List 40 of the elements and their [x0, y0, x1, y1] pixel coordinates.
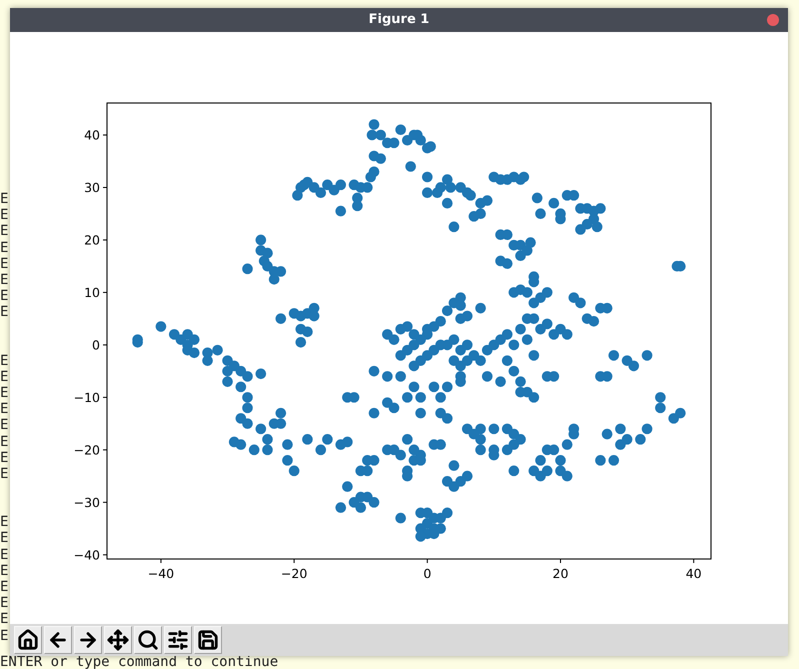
y-tick-label: 30 [84, 180, 100, 195]
terminal-line: E [0, 272, 8, 288]
y-tick-label: 10 [84, 284, 100, 300]
terminal-line: E [0, 401, 8, 418]
terminal-line: E [0, 368, 8, 386]
terminal-line: E [0, 595, 8, 612]
terminal-line: E [0, 450, 8, 466]
x-tick-label: 20 [552, 566, 568, 581]
terminal-line: E [0, 611, 8, 628]
terminal-line: E [0, 385, 8, 402]
x-tick-label: −40 [148, 566, 174, 581]
y-tick-label: 40 [84, 128, 100, 142]
terminal-line: E [0, 240, 8, 256]
terminal-prompt: ENTER or type command to continue [0, 654, 278, 669]
y-tick-label: −30 [74, 494, 100, 510]
terminal-line: E [0, 352, 8, 369]
terminal-line: E [0, 466, 8, 482]
terminal-line: E [0, 530, 8, 547]
terminal-line: E [0, 628, 8, 644]
y-tick-label: −40 [74, 547, 100, 562]
terminal-line: E [0, 304, 8, 321]
x-tick-label: 0 [423, 566, 432, 581]
x-tick-label: −20 [280, 566, 308, 581]
terminal-line: E [0, 562, 8, 580]
terminal-line: E [0, 256, 8, 272]
terminal-line: E [0, 546, 8, 563]
terminal-line: E [0, 417, 8, 434]
terminal-line: E [0, 223, 8, 240]
terminal-line: E [0, 207, 8, 224]
y-tick-label: 0 [92, 337, 100, 352]
terminal-line: E [0, 191, 8, 208]
y-tick-label: −10 [74, 390, 100, 405]
x-tick-label: 40 [686, 566, 702, 581]
terminal-line: E [0, 579, 8, 596]
window-title: Figure 1 [368, 11, 430, 30]
y-tick-label: 20 [84, 232, 100, 248]
terminal-line: E [0, 434, 8, 450]
terminal-line: E [0, 288, 8, 304]
y-tick-label: −20 [74, 442, 100, 458]
terminal-line: E [0, 514, 8, 530]
